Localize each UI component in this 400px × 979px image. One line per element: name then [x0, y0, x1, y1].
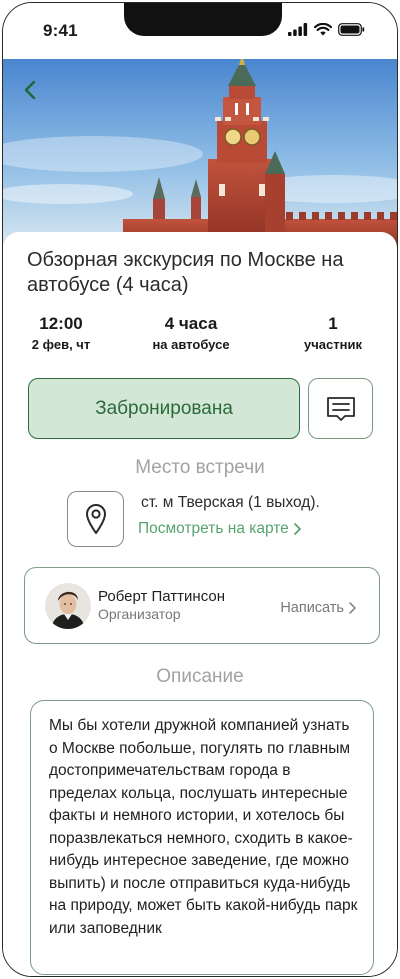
chevron-left-icon — [24, 80, 36, 100]
tour-transport: на автобусе — [152, 337, 230, 352]
tour-duration: 4 часа — [164, 314, 218, 333]
write-message-link[interactable]: Написать — [280, 600, 357, 616]
status-icons — [288, 23, 365, 36]
back-button[interactable] — [15, 75, 45, 105]
notch — [124, 3, 282, 36]
organizer-name: Роберт Паттинсон — [98, 588, 225, 605]
wifi-icon — [314, 23, 332, 36]
map-pin-button[interactable] — [67, 491, 124, 547]
booked-label: Забронирована — [95, 397, 233, 419]
map-link-label: Посмотреть на карте — [138, 520, 289, 537]
signal-icon — [288, 23, 308, 36]
content-sheet: Обзорная экскурсия по Москве на автобусе… — [3, 232, 397, 976]
battery-icon — [338, 23, 365, 36]
tour-datetime: 12:00 2 фев, чт — [26, 314, 96, 354]
avatar — [45, 583, 91, 629]
status-time: 9:41 — [43, 21, 78, 40]
tour-duration-block: 4 часа на автобусе — [141, 314, 241, 354]
organizer-card[interactable]: Роберт Паттинсон Организатор Написать — [24, 567, 380, 644]
chevron-right-icon — [293, 523, 301, 535]
phone-frame: 9:41 Обзорная экскурсия по Москве на авт… — [2, 2, 398, 977]
tour-info-row: 12:00 2 фев, чт 4 часа на автобусе 1 уча… — [3, 314, 397, 358]
description-text: Мы бы хотели дружной компанией узнать о … — [49, 717, 358, 937]
meeting-section-title: Место встречи — [135, 457, 265, 478]
participants-count: 1 — [328, 314, 338, 333]
status-bar: 9:41 — [3, 3, 397, 59]
chat-button[interactable] — [308, 378, 373, 439]
write-label: Написать — [280, 600, 344, 616]
chevron-right-icon — [349, 602, 356, 614]
tour-time: 12:00 — [39, 314, 83, 333]
message-icon — [326, 396, 355, 421]
hero-image — [3, 59, 397, 249]
description-section-title: Описание — [156, 666, 244, 687]
description-box: Мы бы хотели дружной компанией узнать о … — [30, 700, 374, 975]
booked-button[interactable]: Забронирована — [28, 378, 300, 439]
tour-title: Обзорная экскурсия по Москве на автобусе… — [27, 249, 344, 296]
tour-participants: 1 участник — [293, 314, 373, 354]
meeting-address: ст. м Тверская (1 выход). — [141, 494, 320, 511]
map-link[interactable]: Посмотреть на карте — [138, 520, 302, 538]
map-pin-icon — [85, 504, 106, 534]
organizer-role: Организатор — [98, 606, 181, 622]
tour-date: 2 фев, чт — [31, 337, 91, 352]
participants-label: участник — [304, 337, 362, 352]
